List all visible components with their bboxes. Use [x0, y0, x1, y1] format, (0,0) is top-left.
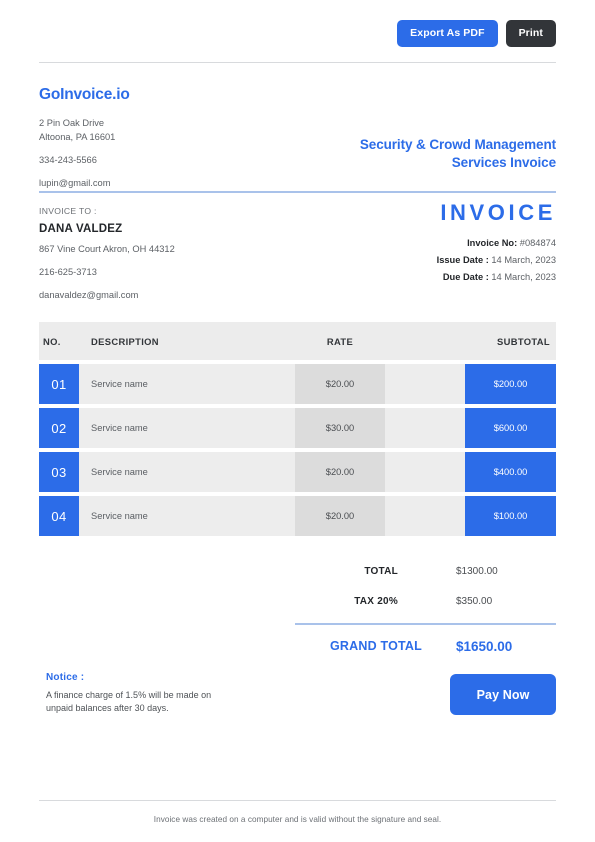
row-description: Service name: [79, 364, 295, 404]
grand-total-value: $1650.00: [456, 638, 513, 654]
totals-block: TOTAL $1300.00 TAX 20% $350.00 GRAND TOT…: [295, 556, 556, 661]
service-title: Security & Crowd Management Services Inv…: [256, 136, 556, 172]
bill-to-name: DANA VALDEZ: [39, 223, 123, 235]
row-rate: $30.00: [295, 408, 385, 448]
tax-label: TAX 20%: [354, 595, 398, 607]
row-qty: [385, 364, 465, 404]
row-number: 01: [39, 364, 79, 404]
action-toolbar: Export As PDF Print: [397, 20, 556, 47]
table-row: 02 Service name $30.00 $600.00: [39, 408, 556, 448]
issue-date-row: Issue Date : 14 March, 2023: [226, 252, 556, 269]
tax-value: $350.00: [456, 595, 493, 607]
row-qty: [385, 496, 465, 536]
due-date-label: Due Date :: [442, 272, 489, 282]
seller-block: GoInvoice.io 2 Pin Oak Drive Altoona, PA…: [39, 86, 130, 190]
seller-phone: 334-243-5566: [39, 155, 97, 165]
notice-line1: A finance charge of 1.5% will be made on: [46, 690, 212, 700]
seller-address-line1: 2 Pin Oak Drive: [39, 118, 105, 128]
row-number: 04: [39, 496, 79, 536]
row-qty: [385, 408, 465, 448]
pay-now-button[interactable]: Pay Now: [450, 674, 556, 715]
column-header-rate: RATE: [326, 335, 354, 347]
row-rate: $20.00: [295, 496, 385, 536]
bill-to-label: INVOICE TO :: [39, 206, 97, 216]
print-button[interactable]: Print: [505, 20, 556, 47]
notice-title: Notice :: [46, 672, 85, 683]
export-as-pdf-button[interactable]: Export As PDF: [397, 20, 498, 47]
invoice-number-value: #084874: [519, 238, 556, 248]
service-title-line1: Security & Crowd Management: [359, 137, 556, 152]
row-description: Service name: [79, 452, 295, 492]
row-rate: $20.00: [295, 452, 385, 492]
row-number: 03: [39, 452, 79, 492]
footer-divider: [39, 800, 556, 801]
row-description: Service name: [79, 408, 295, 448]
row-rate: $20.00: [295, 364, 385, 404]
table-row: 03 Service name $20.00 $400.00: [39, 452, 556, 492]
footer-note: Invoice was created on a computer and is…: [153, 815, 442, 824]
section-divider-blue: [39, 191, 556, 193]
issue-date-label: Issue Date :: [436, 255, 489, 265]
line-items-table: NO. DESCRIPTION RATE SUBTOTAL 01 Service…: [39, 322, 556, 536]
header-divider: [39, 62, 556, 63]
column-header-description: DESCRIPTION: [91, 335, 159, 347]
total-value: $1300.00: [456, 565, 498, 577]
tax-row: TAX 20% $350.00: [295, 586, 556, 616]
service-title-line2: Services Invoice: [451, 155, 556, 170]
issue-date-value: 14 March, 2023: [491, 255, 556, 265]
grand-total-label: GRAND TOTAL: [329, 639, 422, 653]
brand-logo: GoInvoice.io: [39, 86, 130, 103]
row-description: Service name: [79, 496, 295, 536]
row-subtotal: $200.00: [465, 364, 556, 404]
invoice-heading: INVOICE: [440, 200, 556, 225]
grand-total-divider: [295, 623, 556, 625]
invoice-number-label: Invoice No:: [467, 238, 518, 248]
bill-to-block: INVOICE TO : DANA VALDEZ 867 Vine Court …: [39, 206, 175, 302]
table-row: 01 Service name $20.00 $200.00: [39, 364, 556, 404]
invoice-page: Export As PDF Print GoInvoice.io 2 Pin O…: [0, 0, 595, 842]
row-subtotal: $400.00: [465, 452, 556, 492]
bill-to-email: danavaldez@gmail.com: [39, 290, 139, 300]
notice-block: Notice : A finance charge of 1.5% will b…: [46, 672, 276, 715]
total-label: TOTAL: [364, 565, 398, 577]
notice-line2: unpaid balances after 30 days.: [46, 703, 169, 713]
total-row: TOTAL $1300.00: [295, 556, 556, 586]
invoice-number-row: Invoice No: #084874: [226, 235, 556, 252]
column-header-no: NO.: [43, 335, 61, 347]
table-header-row: NO. DESCRIPTION RATE SUBTOTAL: [39, 322, 556, 360]
invoice-meta-block: INVOICE Invoice No: #084874 Issue Date :…: [226, 200, 556, 286]
row-subtotal: $100.00: [465, 496, 556, 536]
bill-to-phone: 216-625-3713: [39, 267, 97, 277]
seller-address-line2: Altoona, PA 16601: [39, 132, 116, 142]
column-header-subtotal: SUBTOTAL: [497, 335, 550, 347]
grand-total-row: GRAND TOTAL $1650.00: [295, 631, 556, 661]
seller-email: lupin@gmail.com: [39, 178, 111, 188]
due-date-row: Due Date : 14 March, 2023: [226, 269, 556, 286]
row-qty: [385, 452, 465, 492]
row-number: 02: [39, 408, 79, 448]
bill-to-address: 867 Vine Court Akron, OH 44312: [39, 244, 175, 254]
due-date-value: 14 March, 2023: [491, 272, 556, 282]
row-subtotal: $600.00: [465, 408, 556, 448]
table-row: 04 Service name $20.00 $100.00: [39, 496, 556, 536]
